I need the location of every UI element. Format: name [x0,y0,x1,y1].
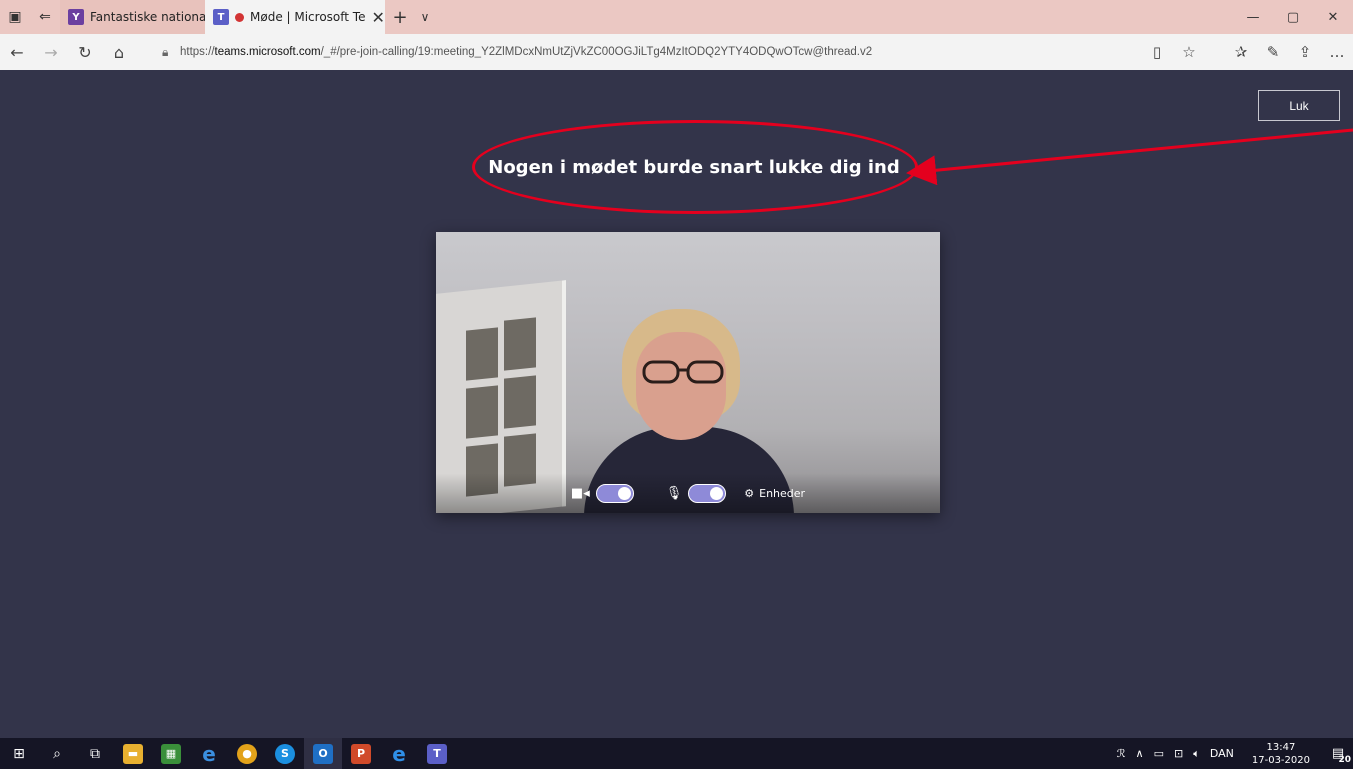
gear-icon: ⚙ [744,486,755,500]
person-face [636,332,726,440]
pen-icon[interactable]: ✎ [1257,43,1289,61]
url-prefix: https:// [180,46,215,58]
screen: ▣ ⇐ Y Fantastiske nationalparker f T Mød… [0,0,1353,769]
close-window-icon[interactable]: ✕ [1313,0,1353,34]
microphone-icon: 🎙︎ [665,485,683,501]
favorites-hub-icon[interactable]: ✰ [1225,43,1257,61]
battery-icon[interactable]: ▭ [1149,747,1169,760]
edge-icon[interactable]: e [380,738,418,769]
system-tray: ℛ ∧ ▭ ⊡ 🔈︎ DAN 13:47 17-03-2020 ▤ 20 [1112,738,1353,769]
camera-icon: ■◂ [570,485,590,501]
browser-tab-strip: ▣ ⇐ Y Fantastiske nationalparker f T Mød… [0,0,1353,34]
address-bar: ← → ↻ ⌂ 🔒︎ https:// teams.microsoft.com … [0,34,1353,70]
network-icon[interactable]: ⊡ [1169,747,1188,760]
refresh-icon[interactable]: ↻ [68,34,102,70]
tab-label: Fantastiske nationalparker f [90,10,205,24]
clock[interactable]: 13:47 17-03-2020 [1239,741,1323,767]
share-icon[interactable]: ⇪ [1289,43,1321,61]
window-controls: — ▢ ✕ [1233,0,1353,34]
restore-icon[interactable]: ▢ [1273,0,1313,34]
language-indicator[interactable]: DAN [1205,747,1239,760]
device-controls: ■◂ 🎙︎ ⚙ Enheder [436,473,940,513]
glasses-icon [642,360,724,384]
outlook-icon[interactable]: O [304,738,342,769]
video-preview: ■◂ 🎙︎ ⚙ Enheder [436,232,940,513]
volume-icon[interactable]: 🔈︎ [1188,747,1205,761]
windows-taskbar: ⊞ ⌕ ⧉ ▬ ▦ e ● S O P e T ℛ ∧ ▭ ⊡ 🔈︎ DAN 1… [0,738,1353,769]
people-icon[interactable]: ℛ [1112,747,1131,760]
minimize-icon[interactable]: — [1233,0,1273,34]
camera-toggle[interactable] [595,483,634,503]
devices-button[interactable]: ⚙ Enheder [744,487,805,500]
tab-label: Møde | Microsoft Te [250,10,366,24]
url-host: teams.microsoft.com [214,46,321,58]
store-icon[interactable]: ▦ [152,738,190,769]
notification-count: 20 [1338,755,1351,765]
action-center-icon[interactable]: ▤ 20 [1323,746,1353,765]
teams-taskbar-icon[interactable]: T [418,738,456,769]
yammer-icon: Y [68,9,84,25]
lobby-status-text: Nogen i mødet burde snart lukke dig ind [488,157,900,178]
back-icon[interactable]: ← [0,34,34,70]
tab-teams-meeting[interactable]: T Møde | Microsoft Te ✕ [205,0,385,34]
tab-fantastiske[interactable]: Y Fantastiske nationalparker f [60,0,205,34]
tab-actions-icon[interactable]: ▣ [0,0,30,34]
clock-date: 17-03-2020 [1251,754,1310,766]
chrome-icon[interactable]: ● [228,738,266,769]
chevron-down-icon[interactable]: ∨ [415,10,435,24]
clock-time: 13:47 [1266,741,1296,753]
windows-start-icon[interactable]: ⊞ [0,738,38,769]
close-button[interactable]: Luk [1258,90,1340,121]
close-tab-icon[interactable]: ✕ [371,8,384,27]
devices-label: Enheder [759,486,806,500]
more-icon[interactable]: … [1321,43,1353,61]
recording-dot-icon [235,12,244,22]
internet-explorer-icon[interactable]: e [190,738,228,769]
address-bar-actions: ▯ ☆ ✰ ✎ ⇪ … [1141,34,1353,70]
teams-icon: T [213,9,229,25]
url-field[interactable]: 🔒︎ https:// teams.microsoft.com /_#/pre-… [162,40,1212,64]
task-view-icon[interactable]: ⧉ [76,738,114,769]
set-aside-tabs-icon[interactable]: ⇐ [30,0,60,34]
lock-icon: 🔒︎ [162,44,169,59]
new-tab-icon[interactable]: + [385,7,415,28]
forward-icon[interactable]: → [34,34,68,70]
microphone-toggle[interactable] [688,483,727,503]
teams-lobby: Luk Nogen i mødet burde snart lukke dig … [8,70,1353,738]
powerpoint-icon[interactable]: P [342,738,380,769]
reading-view-icon[interactable]: ▯ [1141,43,1173,61]
home-icon[interactable]: ⌂ [102,34,136,70]
search-icon[interactable]: ⌕ [38,738,76,769]
chevron-up-icon[interactable]: ∧ [1131,747,1149,760]
skype-icon[interactable]: S [266,738,304,769]
favorite-star-icon[interactable]: ☆ [1173,43,1205,61]
url-path: /_#/pre-join-calling/19:meeting_Y2ZlMDcx… [320,46,873,58]
file-explorer-icon[interactable]: ▬ [114,738,152,769]
